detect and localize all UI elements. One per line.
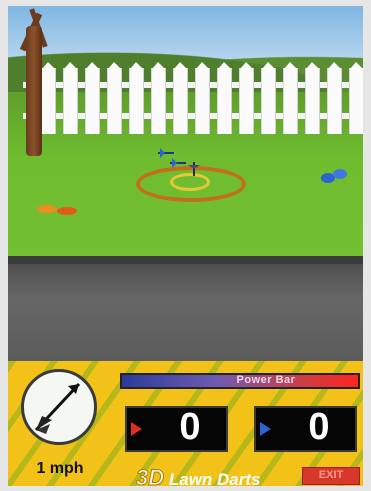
fence-picket — [217, 62, 232, 134]
game-title-3d: 3D — [135, 465, 165, 487]
fence-picket — [107, 62, 122, 134]
power-bar-label: Power Bar — [236, 374, 296, 386]
game-title-text: Lawn Darts — [168, 470, 261, 486]
pavement — [8, 256, 363, 361]
exit-button[interactable]: EXIT — [302, 467, 360, 485]
wind-speed: 1 mph — [36, 460, 84, 477]
tree-trunk — [26, 26, 42, 156]
wind-direction-icon — [34, 382, 81, 434]
fence-picket — [261, 62, 276, 134]
fence-picket — [305, 62, 320, 134]
fence-picket — [85, 62, 100, 134]
red-dart-icon — [37, 205, 77, 215]
game-hud: 1 mph Power Bar 0 0 3D Lawn Darts EXIT — [8, 361, 363, 486]
game-screen: 1 mph Power Bar 0 0 3D Lawn Darts EXIT — [8, 6, 363, 486]
white-picket-fence — [23, 62, 363, 138]
fence-picket — [239, 62, 254, 134]
fence-picket — [63, 62, 78, 134]
blue-arrow-icon — [260, 422, 271, 436]
blue-dart-icon — [321, 169, 347, 183]
tree — [16, 6, 56, 156]
fence-picket — [151, 62, 166, 134]
game-title: 3D Lawn Darts — [135, 465, 261, 487]
fence-picket — [173, 62, 188, 134]
blue-score: 0 — [254, 406, 357, 452]
blue-score-value: 0 — [308, 406, 330, 448]
red-score-value: 0 — [179, 406, 201, 448]
game-scene[interactable] — [8, 6, 363, 361]
fence-picket — [283, 62, 298, 134]
red-arrow-icon — [131, 422, 142, 436]
red-score: 0 — [125, 406, 228, 452]
exit-button-label: EXIT — [318, 469, 344, 481]
device-frame: 1 mph Power Bar 0 0 3D Lawn Darts EXIT — [0, 0, 371, 491]
fence-picket — [129, 62, 144, 134]
fence-picket — [195, 62, 210, 134]
fence-picket — [327, 62, 342, 134]
compass-dart-icon — [21, 369, 97, 445]
fence-picket — [349, 62, 363, 134]
dart-icon — [188, 162, 200, 176]
